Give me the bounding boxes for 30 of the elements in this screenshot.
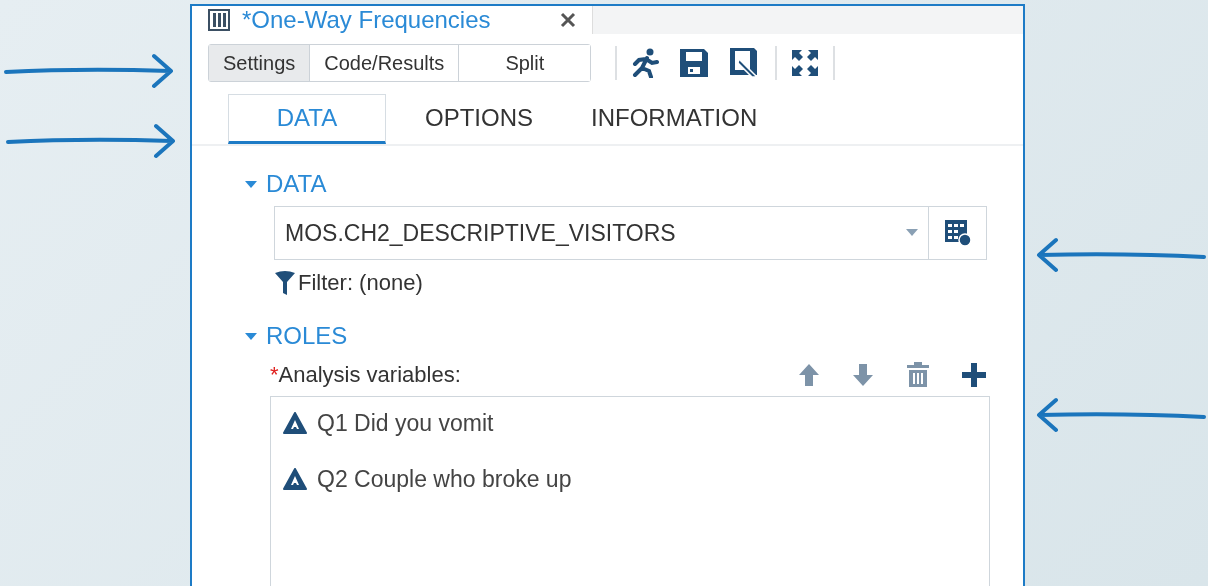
field-label: *Analysis variables: <box>270 362 462 388</box>
character-variable-icon <box>283 412 307 434</box>
running-figure-icon[interactable] <box>631 48 660 78</box>
view-toggle-button[interactable]: Settings <box>209 45 310 81</box>
filter-icon <box>274 270 296 296</box>
collapse-icon[interactable] <box>244 178 258 190</box>
character-variable-icon <box>283 468 307 490</box>
dataset-dropdown[interactable]: MOS.CH2_DESCRIPTIVE_VISITORS <box>274 206 929 260</box>
section-title[interactable]: ROLES <box>266 322 348 350</box>
move-up-icon[interactable] <box>798 363 820 387</box>
variable-item[interactable]: Q2 Couple who broke up <box>317 465 572 493</box>
tab[interactable]: INFORMATION <box>572 94 777 144</box>
maximize-icon[interactable] <box>791 49 820 77</box>
collapse-icon[interactable] <box>244 330 258 342</box>
table-icon <box>208 9 230 31</box>
close-icon[interactable] <box>560 12 576 28</box>
variable-item[interactable]: Q1 Did you vomit <box>317 409 494 437</box>
variables-list[interactable]: Q1 Did you vomit Q2 Couple who broke up <box>270 396 990 586</box>
move-down-icon[interactable] <box>852 363 874 387</box>
section-title[interactable]: DATA <box>266 170 327 198</box>
tab[interactable]: OPTIONS <box>406 94 552 144</box>
view-toggle-button[interactable]: Split <box>458 45 591 81</box>
dropdown-caret-icon <box>906 229 918 237</box>
library-icon <box>943 219 972 247</box>
save-icon[interactable] <box>679 48 710 78</box>
add-icon[interactable] <box>962 363 986 387</box>
delete-icon[interactable] <box>906 362 930 388</box>
select-table-button[interactable] <box>929 206 987 260</box>
filter-text: Filter: (none) <box>298 270 423 296</box>
tab[interactable]: DATA <box>228 94 386 144</box>
